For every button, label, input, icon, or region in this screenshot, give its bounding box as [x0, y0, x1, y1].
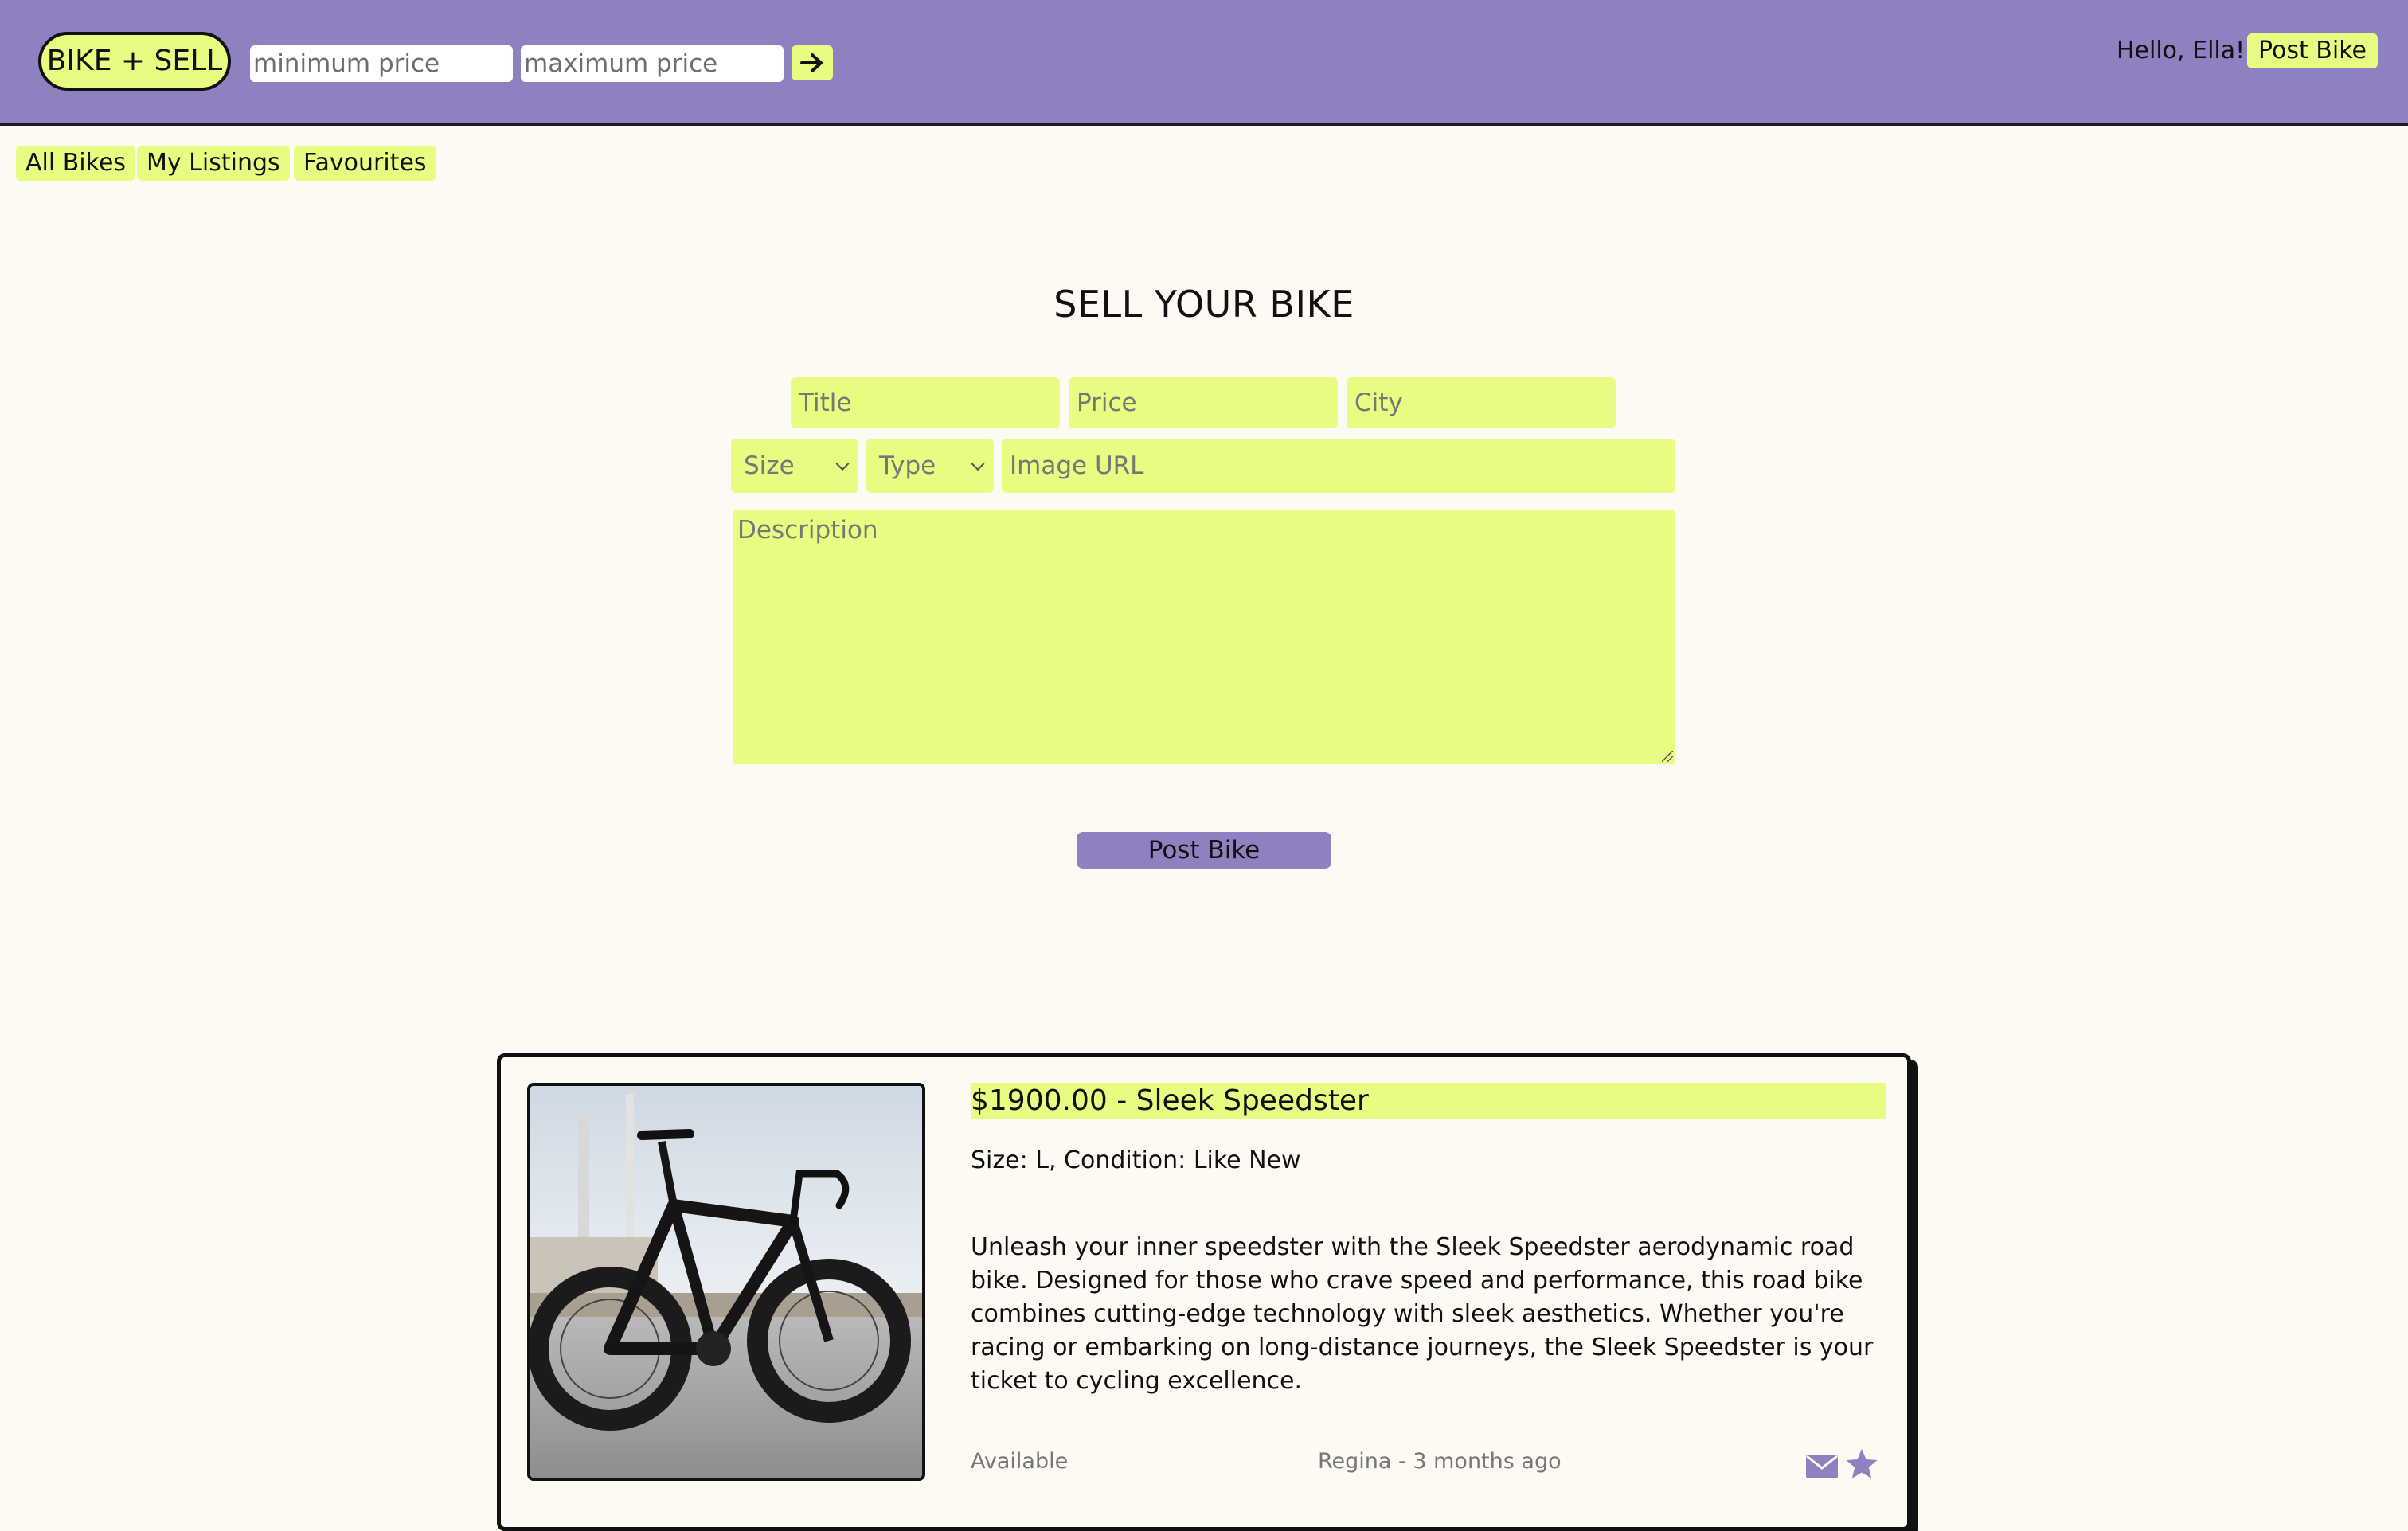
description-textarea[interactable]: Description	[733, 510, 1675, 764]
arrow-right-icon	[800, 53, 823, 72]
listing-specs: Size: L, Condition: Like New	[971, 1146, 1301, 1174]
logo-home-link[interactable]: BIKE + SELL	[38, 32, 231, 91]
envelope-icon[interactable]	[1805, 1454, 1839, 1479]
price-placeholder: Price	[1077, 389, 1137, 417]
listing-description: Unleash your inner speedster with the Sl…	[971, 1233, 1874, 1395]
nav-my-listings[interactable]: My Listings	[137, 146, 290, 181]
bike-photo	[527, 1083, 925, 1481]
nav-favourites[interactable]: Favourites	[294, 146, 436, 181]
listing-status: Available	[971, 1449, 1069, 1474]
title-input[interactable]: Title	[791, 377, 1060, 428]
city-input[interactable]: City	[1347, 377, 1616, 428]
price-input[interactable]: Price	[1069, 377, 1338, 428]
listing-location-time: Regina - 3 months ago	[1318, 1449, 1562, 1474]
size-select-label: Size	[744, 451, 795, 480]
max-price-input[interactable]	[521, 45, 784, 82]
type-select-label: Type	[879, 451, 936, 480]
nav-all-bikes[interactable]: All Bikes	[16, 146, 136, 181]
listing-title[interactable]: $1900.00 - Sleek Speedster	[971, 1083, 1886, 1119]
type-select[interactable]: Type	[866, 439, 994, 493]
top-header: BIKE + SELL Hello, Ella! Post Bike	[0, 0, 2408, 126]
chevron-down-icon	[971, 457, 985, 471]
title-placeholder: Title	[799, 389, 852, 417]
user-greeting: Hello, Ella!	[2117, 37, 2246, 64]
description-placeholder: Description	[737, 516, 878, 545]
post-bike-header-button[interactable]: Post Bike	[2247, 33, 2378, 68]
city-placeholder: City	[1354, 389, 1403, 417]
image-url-input[interactable]: Image URL	[1002, 439, 1675, 493]
page-title: SELL YOUR BIKE	[1054, 283, 1354, 326]
size-select[interactable]: Size	[731, 439, 858, 493]
chevron-down-icon	[835, 457, 850, 471]
filter-submit-button[interactable]	[792, 45, 833, 80]
listing-card: $1900.00 - Sleek Speedster Size: L, Cond…	[497, 1053, 1911, 1531]
min-price-input[interactable]	[250, 45, 513, 82]
post-bike-button[interactable]: Post Bike	[1077, 832, 1331, 869]
resize-handle[interactable]	[1662, 751, 1673, 762]
star-icon[interactable]	[1845, 1447, 1878, 1481]
image-url-placeholder: Image URL	[1010, 451, 1144, 480]
